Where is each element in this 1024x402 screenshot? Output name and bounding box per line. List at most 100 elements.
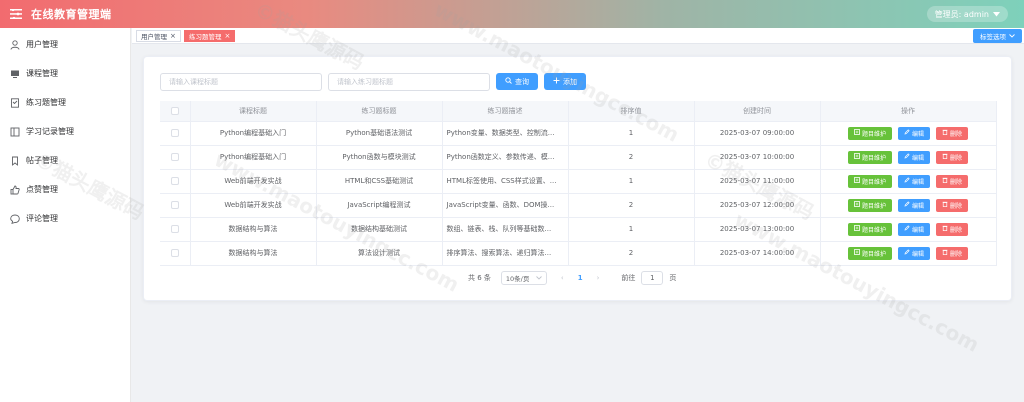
- cell-desc: 数组、链表、栈、队列等基础数...: [442, 217, 569, 242]
- row-checkbox-cell: [160, 217, 191, 242]
- edit-button[interactable]: 编辑: [897, 246, 930, 260]
- row-checkbox[interactable]: [170, 201, 179, 209]
- notebook-icon: [10, 127, 20, 137]
- course-title-input[interactable]: 请输入课程标题: [160, 73, 322, 91]
- delete-label: 删除: [950, 226, 963, 234]
- tag-options-label: 标签选项: [980, 33, 1006, 41]
- bookmark-icon: [10, 156, 20, 166]
- tag-user-management[interactable]: 用户管理 ×: [136, 30, 181, 42]
- sidebar-item-label: 练习题管理: [26, 98, 66, 107]
- row-checkbox[interactable]: [170, 129, 179, 137]
- delete-button[interactable]: 删除: [936, 198, 969, 212]
- list-icon: [854, 201, 860, 209]
- cell-title: Python函数与模块测试: [316, 145, 443, 170]
- maintain-questions-button[interactable]: 题目维护: [847, 174, 892, 188]
- cell-actions: 题目维护 编辑 删除: [820, 121, 997, 146]
- maintain-questions-button[interactable]: 题目维护: [847, 246, 892, 260]
- delete-button[interactable]: 删除: [936, 222, 969, 236]
- col-created-time: 创建时间: [694, 101, 821, 122]
- list-icon: [854, 225, 860, 233]
- chevron-down-icon: [536, 274, 542, 282]
- sidebar-item-likes[interactable]: 点赞管理: [0, 175, 130, 204]
- next-page-icon[interactable]: ›: [597, 274, 600, 282]
- page-size-select[interactable]: 10条/页: [500, 271, 547, 285]
- cell-title: Python基础语法测试: [316, 121, 443, 146]
- close-icon[interactable]: ×: [170, 32, 176, 40]
- cell-title: 数据结构基础测试: [316, 217, 443, 242]
- cell-course: Web前端开发实战: [190, 193, 317, 218]
- prev-page-icon[interactable]: ‹: [561, 274, 564, 282]
- row-checkbox-cell: [160, 241, 191, 266]
- close-icon[interactable]: ×: [225, 32, 231, 40]
- monitor-icon: [10, 69, 20, 79]
- tag-exercise-management[interactable]: 练习题管理 ×: [184, 30, 236, 42]
- delete-label: 删除: [950, 154, 963, 162]
- table-row: Web前端开发实战 HTML和CSS基础测试 HTML标签使用、CSS样式设置、…: [160, 169, 997, 194]
- sidebar-item-exercises[interactable]: 练习题管理: [0, 88, 130, 117]
- cell-sort: 2: [568, 241, 695, 266]
- edit-label: 编辑: [911, 226, 924, 234]
- row-checkbox[interactable]: [170, 153, 179, 161]
- caret-down-icon: [993, 10, 1000, 19]
- add-button[interactable]: 添加: [544, 73, 586, 90]
- cell-title: JavaScript编程测试: [316, 193, 443, 218]
- maintain-questions-button[interactable]: 题目维护: [847, 222, 892, 236]
- cell-actions: 题目维护 编辑 删除: [820, 169, 997, 194]
- cell-time: 2025-03-07 11:00:00: [694, 169, 821, 194]
- sidebar-item-users[interactable]: 用户管理: [0, 30, 130, 59]
- cell-course: Python编程基础入门: [190, 145, 317, 170]
- cell-sort: 2: [568, 145, 695, 170]
- sidebar-item-study-records[interactable]: 学习记录管理: [0, 117, 130, 146]
- cell-time: 2025-03-07 14:00:00: [694, 241, 821, 266]
- edit-button[interactable]: 编辑: [897, 126, 930, 140]
- exercise-title-input[interactable]: 请输入练习题标题: [328, 73, 490, 91]
- delete-button[interactable]: 删除: [936, 126, 969, 140]
- cell-actions: 题目维护 编辑 删除: [820, 145, 997, 170]
- sidebar-item-comments[interactable]: 评论管理: [0, 204, 130, 233]
- row-checkbox-cell: [160, 193, 191, 218]
- trash-icon: [942, 249, 948, 257]
- cell-course: 数据结构与算法: [190, 217, 317, 242]
- delete-button[interactable]: 删除: [936, 246, 969, 260]
- edit-button[interactable]: 编辑: [897, 150, 930, 164]
- row-checkbox-cell: [160, 121, 191, 146]
- sidebar-item-label: 帖子管理: [26, 156, 58, 165]
- cell-course: Web前端开发实战: [190, 169, 317, 194]
- delete-button[interactable]: 删除: [936, 150, 969, 164]
- menu-toggle-icon[interactable]: [9, 7, 23, 21]
- list-icon: [854, 129, 860, 137]
- edit-button[interactable]: 编辑: [897, 222, 930, 236]
- table-row: Web前端开发实战 JavaScript编程测试 JavaScript变量、函数…: [160, 193, 997, 218]
- goto-label: 前往: [621, 274, 636, 282]
- thumb-up-icon: [10, 185, 20, 195]
- tag-options-button[interactable]: 标签选项: [973, 29, 1022, 43]
- maintain-questions-button[interactable]: 题目维护: [847, 150, 892, 164]
- sidebar-item-courses[interactable]: 课程管理: [0, 59, 130, 88]
- sidebar-item-posts[interactable]: 帖子管理: [0, 146, 130, 175]
- list-icon: [854, 153, 860, 161]
- edit-button[interactable]: 编辑: [897, 198, 930, 212]
- select-all-checkbox[interactable]: [170, 106, 179, 115]
- plus-icon: [553, 77, 560, 86]
- goto-page-input[interactable]: 1: [641, 271, 664, 285]
- admin-dropdown[interactable]: 管理员: admin: [926, 6, 1008, 22]
- chevron-down-icon: [1009, 32, 1015, 40]
- sidebar-item-label: 用户管理: [26, 40, 58, 49]
- delete-button[interactable]: 删除: [936, 174, 969, 188]
- query-button[interactable]: 查询: [496, 73, 538, 90]
- user-icon: [10, 39, 20, 50]
- edit-button[interactable]: 编辑: [897, 174, 930, 188]
- table-row: Python编程基础入门 Python函数与模块测试 Python函数定义、参数…: [160, 145, 997, 170]
- row-checkbox[interactable]: [170, 249, 179, 257]
- delete-label: 删除: [950, 250, 963, 258]
- page-number-current[interactable]: 1: [578, 274, 583, 282]
- maintain-questions-button[interactable]: 题目维护: [847, 198, 892, 212]
- table-header-row: 课程标题 练习题标题 练习题描述 排序值 创建时间 操作: [160, 101, 997, 122]
- row-checkbox[interactable]: [170, 177, 179, 185]
- maintain-label: 题目维护: [861, 178, 886, 186]
- maintain-questions-button[interactable]: 题目维护: [847, 126, 892, 140]
- cell-desc: Python变量、数据类型、控制流...: [442, 121, 569, 146]
- cell-sort: 1: [568, 169, 695, 194]
- row-checkbox[interactable]: [170, 225, 179, 233]
- sidebar-item-label: 课程管理: [26, 69, 58, 78]
